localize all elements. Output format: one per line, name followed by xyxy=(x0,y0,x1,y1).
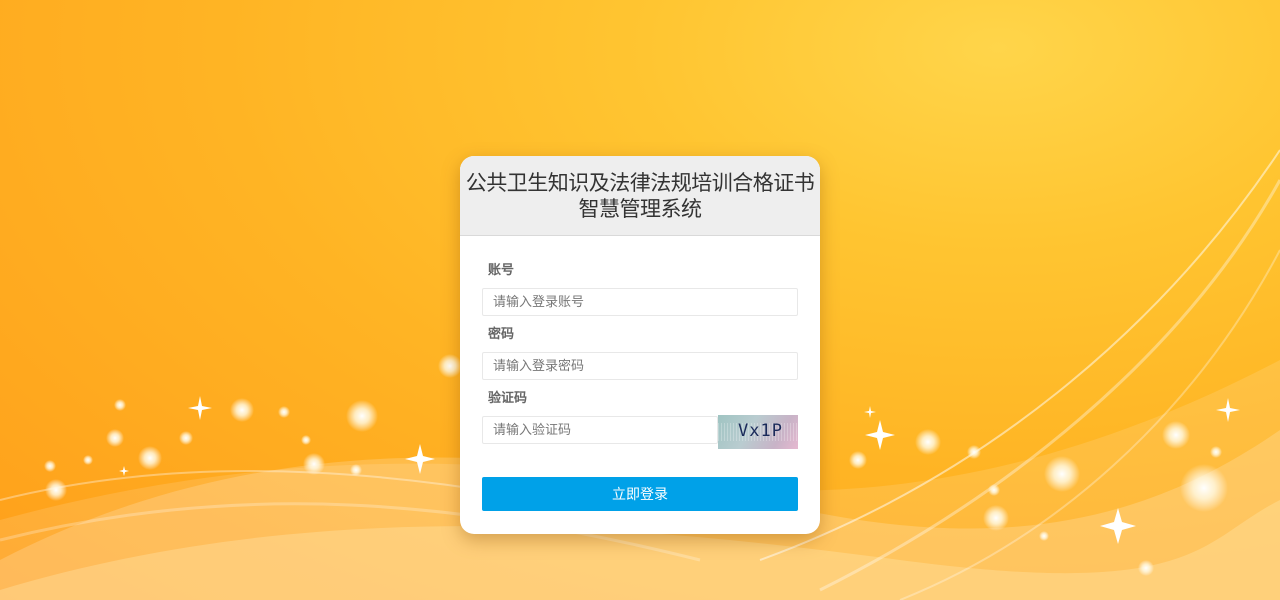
captcha-text: Vx1P xyxy=(738,421,783,441)
login-button[interactable]: 立即登录 xyxy=(482,477,798,511)
login-form: 账号 密码 验证码 Vx1P 立即登录 xyxy=(460,236,820,511)
account-label: 账号 xyxy=(488,263,515,278)
captcha-row: Vx1P xyxy=(482,415,798,450)
login-header: 公共卫生知识及法律法规培训合格证书 智慧管理系统 xyxy=(460,156,820,236)
captcha-image[interactable]: Vx1P xyxy=(718,415,798,449)
captcha-label: 验证码 xyxy=(488,391,528,406)
system-title-line1: 公共卫生知识及法律法规培训合格证书 xyxy=(465,171,815,195)
password-input[interactable] xyxy=(482,352,798,380)
login-card: 公共卫生知识及法律法规培训合格证书 智慧管理系统 账号 密码 验证码 Vx1P … xyxy=(460,156,820,534)
password-label: 密码 xyxy=(488,327,515,342)
system-title-line2: 智慧管理系统 xyxy=(578,197,703,221)
captcha-input[interactable] xyxy=(482,416,718,444)
account-input[interactable] xyxy=(482,288,798,316)
